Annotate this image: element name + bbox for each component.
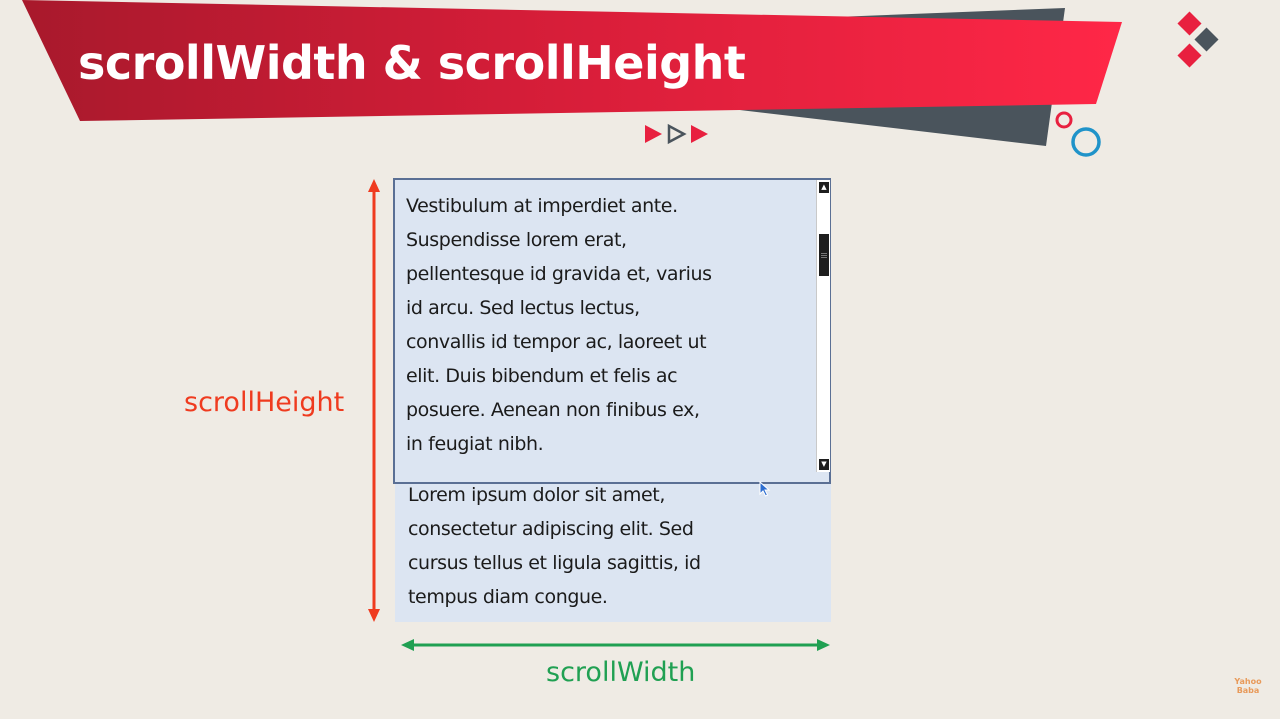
mouse-cursor-icon bbox=[759, 481, 771, 497]
visible-paragraph: Vestibulum at imperdiet ante. Suspendiss… bbox=[406, 195, 712, 455]
scroll-thumb[interactable] bbox=[819, 234, 829, 276]
scroll-width-arrow bbox=[401, 639, 830, 651]
scroll-up-arrow-icon[interactable]: ▲ bbox=[819, 182, 829, 193]
overflow-paragraph: Lorem ipsum dolor sit amet, consectetur … bbox=[408, 484, 701, 608]
small-circle-icon bbox=[1055, 111, 1073, 129]
diamond-logo-icon bbox=[1177, 11, 1219, 68]
watermark-logo: Yahoo Baba bbox=[1230, 677, 1266, 695]
slide: scrollWidth & scrollHeight Vestibulum at… bbox=[0, 0, 1280, 719]
vertical-scrollbar[interactable]: ▲ ▼ bbox=[816, 180, 830, 472]
scroll-width-label: scrollWidth bbox=[546, 657, 696, 688]
page-title: scrollWidth & scrollHeight bbox=[78, 36, 746, 90]
watermark-line-2: Baba bbox=[1236, 686, 1260, 695]
play-arrows-icon bbox=[645, 123, 708, 145]
scroll-height-arrow bbox=[368, 179, 380, 622]
watermark-line-1: Yahoo bbox=[1234, 677, 1262, 686]
scroll-down-arrow-icon[interactable]: ▼ bbox=[819, 459, 829, 470]
scroll-height-label: scrollHeight bbox=[184, 387, 345, 418]
ring-circle-icon bbox=[1071, 127, 1101, 157]
